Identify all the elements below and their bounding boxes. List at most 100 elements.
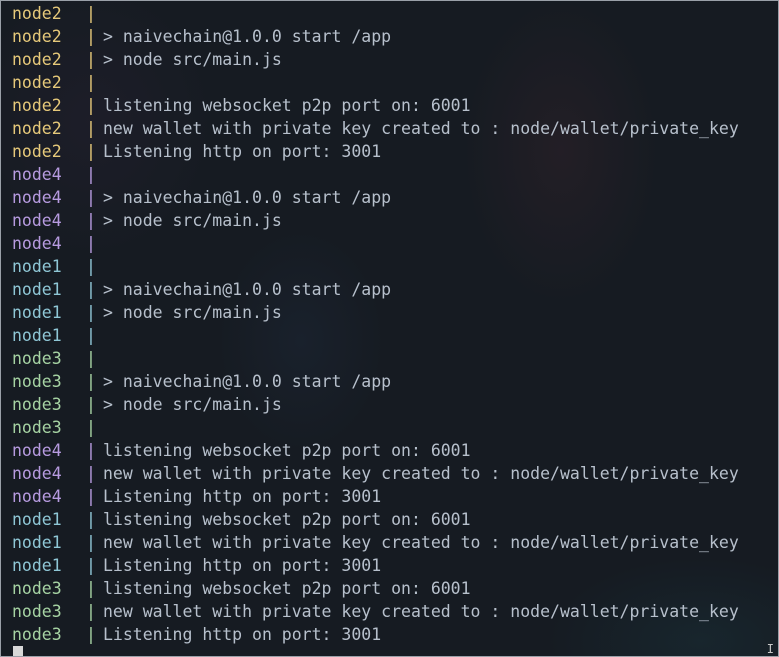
log-message: > node src/main.js — [103, 211, 282, 230]
separator-bar: | — [86, 395, 96, 414]
separator-bar: | — [86, 303, 96, 322]
terminal-window[interactable]: node2 | node2 | > naivechain@1.0.0 start /ap… — [0, 0, 779, 657]
terminal-line: node1 | listening websocket p2p port on: 6… — [12, 508, 778, 531]
node-prefix: node1 — [12, 303, 62, 322]
terminal-line: node2 | listening websocket p2p port on: 6… — [12, 94, 778, 117]
terminal-line: node1 | — [12, 324, 778, 347]
text-cursor-icon: I — [766, 642, 774, 656]
separator-bar: | — [86, 326, 96, 345]
terminal-line: node3 | — [12, 347, 778, 370]
node-prefix: node4 — [12, 441, 62, 460]
separator-bar: | — [86, 119, 96, 138]
node-prefix: node1 — [12, 556, 62, 575]
log-message: listening websocket p2p port on: 6001 — [103, 510, 471, 529]
terminal-line: node4 | Listening http on port: 3001 — [12, 485, 778, 508]
log-message: listening websocket p2p port on: 6001 — [103, 96, 471, 115]
terminal-line: node2 | > naivechain@1.0.0 start /app — [12, 25, 778, 48]
log-message: > naivechain@1.0.0 start /app — [103, 27, 392, 46]
separator-bar: | — [86, 487, 96, 506]
terminal-line: node4 | new wallet with private key create… — [12, 462, 778, 485]
node-prefix: node4 — [12, 464, 62, 483]
log-message: > node src/main.js — [103, 50, 282, 69]
node-prefix: node3 — [12, 395, 62, 414]
terminal-line: node2 | Listening http on port: 3001 — [12, 140, 778, 163]
node-prefix: node1 — [12, 257, 62, 276]
log-message: listening websocket p2p port on: 6001 — [103, 579, 471, 598]
node-prefix: node4 — [12, 165, 62, 184]
terminal-line: node3 | > node src/main.js — [12, 393, 778, 416]
node-prefix: node1 — [12, 326, 62, 345]
node-prefix: node2 — [12, 50, 62, 69]
separator-bar: | — [86, 165, 96, 184]
node-prefix: node3 — [12, 349, 62, 368]
separator-bar: | — [86, 372, 96, 391]
terminal-line: node3 | — [12, 416, 778, 439]
separator-bar: | — [86, 73, 96, 92]
node-prefix: node4 — [12, 234, 62, 253]
node-prefix: node4 — [12, 487, 62, 506]
terminal-line: node3 | Listening http on port: 3001 — [12, 623, 778, 646]
separator-bar: | — [86, 579, 96, 598]
node-prefix: node3 — [12, 372, 62, 391]
separator-bar: | — [86, 441, 96, 460]
log-message: new wallet with private key created to :… — [103, 119, 739, 138]
terminal-line: node2 | > node src/main.js — [12, 48, 778, 71]
node-prefix: node4 — [12, 188, 62, 207]
log-message: > naivechain@1.0.0 start /app — [103, 372, 392, 391]
log-message: Listening http on port: 3001 — [103, 487, 382, 506]
terminal-line: node2 | — [12, 71, 778, 94]
separator-bar: | — [86, 188, 96, 207]
node-prefix: node3 — [12, 625, 62, 644]
terminal-line: node1 | — [12, 255, 778, 278]
terminal-line: node1 | Listening http on port: 3001 — [12, 554, 778, 577]
node-prefix: node2 — [12, 73, 62, 92]
terminal-line: node4 | listening websocket p2p port on: 6… — [12, 439, 778, 462]
terminal-line: node3 | > naivechain@1.0.0 start /app — [12, 370, 778, 393]
node-prefix: node2 — [12, 119, 62, 138]
node-prefix: node2 — [12, 96, 62, 115]
terminal-line: node3 | listening websocket p2p port on: 6… — [12, 577, 778, 600]
separator-bar: | — [86, 257, 96, 276]
terminal-line: node2 | new wallet with private key create… — [12, 117, 778, 140]
separator-bar: | — [86, 50, 96, 69]
log-message: > naivechain@1.0.0 start /app — [103, 280, 392, 299]
separator-bar: | — [86, 4, 96, 23]
log-message: > naivechain@1.0.0 start /app — [103, 188, 392, 207]
log-message: > node src/main.js — [103, 303, 282, 322]
node-prefix: node1 — [12, 533, 62, 552]
separator-bar: | — [86, 602, 96, 621]
log-message: listening websocket p2p port on: 6001 — [103, 441, 471, 460]
terminal-line: node4 | — [12, 163, 778, 186]
terminal-line: node3 | new wallet with private key create… — [12, 600, 778, 623]
separator-bar: | — [86, 27, 96, 46]
terminal-line: node4 | > node src/main.js — [12, 209, 778, 232]
node-prefix: node1 — [12, 510, 62, 529]
separator-bar: | — [86, 464, 96, 483]
node-prefix: node2 — [12, 4, 62, 23]
separator-bar: | — [86, 96, 96, 115]
terminal-line: node2 | — [12, 2, 778, 25]
separator-bar: | — [86, 510, 96, 529]
log-message: Listening http on port: 3001 — [103, 556, 382, 575]
terminal-line: node4 | — [12, 232, 778, 255]
separator-bar: | — [86, 234, 96, 253]
log-message: new wallet with private key created to :… — [103, 464, 739, 483]
terminal-output: node2 | node2 | > naivechain@1.0.0 start /ap… — [12, 2, 778, 646]
block-cursor-icon — [13, 646, 23, 656]
separator-bar: | — [86, 418, 96, 437]
separator-bar: | — [86, 142, 96, 161]
node-prefix: node2 — [12, 27, 62, 46]
separator-bar: | — [86, 211, 96, 230]
terminal-line: node4 | > naivechain@1.0.0 start /app — [12, 186, 778, 209]
separator-bar: | — [86, 280, 96, 299]
node-prefix: node1 — [12, 280, 62, 299]
separator-bar: | — [86, 625, 96, 644]
separator-bar: | — [86, 533, 96, 552]
node-prefix: node3 — [12, 579, 62, 598]
node-prefix: node4 — [12, 211, 62, 230]
log-message: Listening http on port: 3001 — [103, 142, 382, 161]
log-message: Listening http on port: 3001 — [103, 625, 382, 644]
terminal-line: node1 | > node src/main.js — [12, 301, 778, 324]
terminal-line: node1 | new wallet with private key create… — [12, 531, 778, 554]
node-prefix: node3 — [12, 418, 62, 437]
